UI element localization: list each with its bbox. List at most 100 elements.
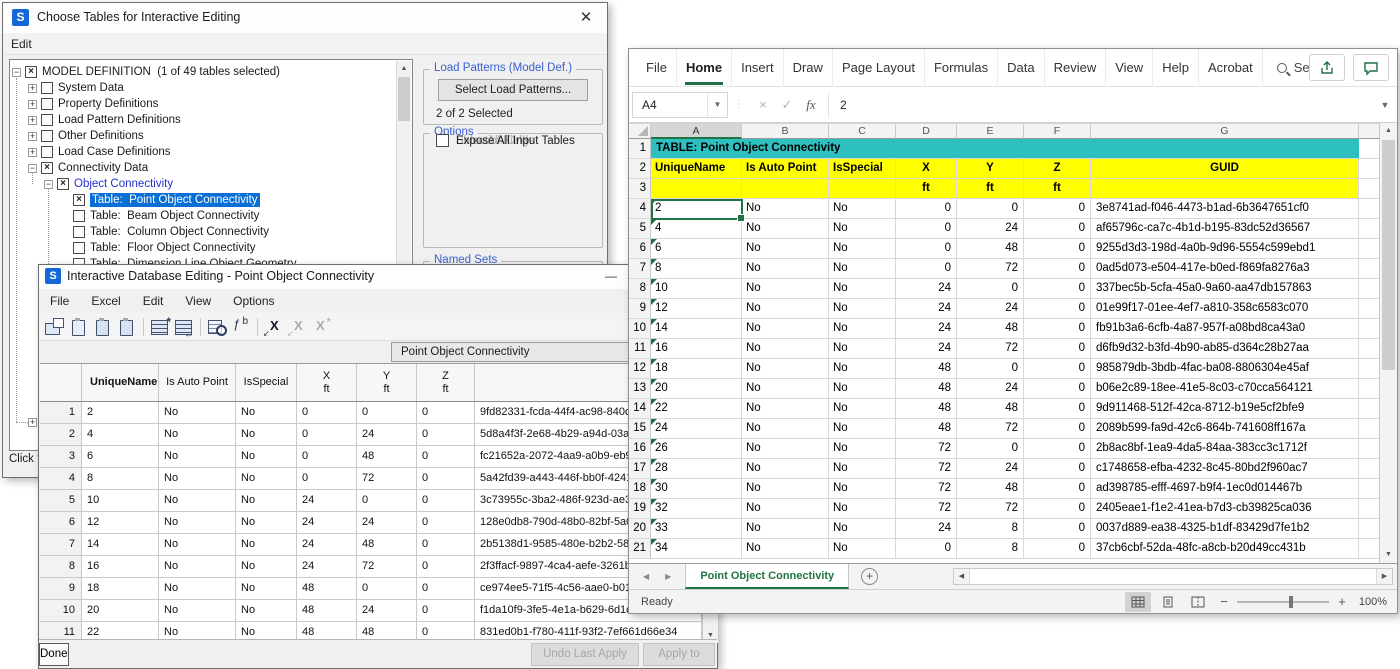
cell-x[interactable]: 24 [297,512,357,534]
cell-isautopoint[interactable]: No [742,239,829,259]
empty-cell[interactable] [1359,419,1381,439]
cell-isautopoint[interactable]: No [159,446,236,468]
cell-isspecial[interactable]: No [236,600,297,622]
normal-view-icon[interactable] [1125,592,1151,612]
cell-x[interactable]: 48 [896,359,957,379]
cell-y[interactable]: 48 [957,479,1024,499]
cell-isautopoint[interactable]: No [742,279,829,299]
cell-z[interactable]: 0 [1024,379,1091,399]
empty-cell[interactable] [1359,519,1381,539]
unit-cell-x[interactable]: ft [896,179,957,199]
cell-z[interactable]: 0 [417,424,475,446]
cell-guid[interactable]: 3e8741ad-f046-4473-b1ad-6b3647651cf0 [1091,199,1359,219]
column-header-isautopoint[interactable]: Is Auto Point [159,364,236,401]
ribbon-tab[interactable]: Review [1045,49,1107,87]
cell-isautopoint[interactable]: No [742,439,829,459]
column-header-c[interactable]: C [829,124,896,139]
cell-x[interactable]: 0 [896,259,957,279]
tree-checkbox[interactable] [73,242,85,254]
cell-isautopoint[interactable]: No [159,534,236,556]
cell-x[interactable]: 24 [896,519,957,539]
row-number[interactable]: 13 [629,379,651,399]
cell-uniquename[interactable]: 30 [651,479,742,499]
row-number[interactable]: 19 [629,499,651,519]
row-number[interactable]: 9 [629,299,651,319]
row-number[interactable]: 5 [629,219,651,239]
cell-isautopoint[interactable]: No [159,424,236,446]
cell-y[interactable]: 24 [957,459,1024,479]
empty-cell[interactable] [1359,319,1381,339]
cell-isautopoint[interactable]: No [742,359,829,379]
cell-guid[interactable]: 9d911468-512f-42ca-8712-b19e5cf2bfe9 [1091,399,1359,419]
cell-x[interactable]: 72 [896,499,957,519]
cell-uniquename[interactable]: 16 [651,339,742,359]
cell-y[interactable]: 72 [357,468,417,490]
cell-y[interactable]: 48 [957,399,1024,419]
cell-y[interactable]: 24 [957,219,1024,239]
cell-z[interactable]: 0 [1024,279,1091,299]
prev-sheet-icon[interactable]: ◀ [635,572,657,581]
row-number[interactable]: 11 [629,339,651,359]
cell-isspecial[interactable]: No [236,534,297,556]
cell-isspecial[interactable]: No [829,219,896,239]
toolbar-icon[interactable] [148,316,171,338]
insert-function-icon[interactable]: fx [799,97,823,113]
unit-cell[interactable] [651,179,742,199]
table-title-cell[interactable]: TABLE: Point Object Connectivity [651,139,1359,159]
tree-expand-toggle[interactable] [12,68,21,77]
cell-uniquename[interactable]: 4 [82,424,159,446]
cell-z[interactable]: 0 [1024,419,1091,439]
tree-item[interactable]: Property Definitions [26,96,412,112]
tree-checkbox[interactable] [25,66,37,78]
toolbar-icon[interactable] [115,316,138,338]
column-header-z[interactable]: Zft [417,364,475,401]
cell-isautopoint[interactable]: No [159,578,236,600]
next-sheet-icon[interactable]: ▶ [657,572,679,581]
tree-checkbox[interactable] [41,162,53,174]
empty-cell[interactable] [1359,219,1381,239]
cell-x[interactable]: 0 [297,446,357,468]
cell-z[interactable]: 0 [1024,199,1091,219]
cell-z[interactable]: 0 [1024,539,1091,559]
cell-isautopoint[interactable]: No [742,459,829,479]
cell-y[interactable]: 72 [357,556,417,578]
empty-cell[interactable] [1359,539,1381,559]
row-number[interactable]: 2 [629,159,651,179]
cell-guid[interactable]: 2b8ac8bf-1ea9-4da5-84aa-383cc3c1712f [1091,439,1359,459]
cell-guid[interactable]: 985879db-3bdb-4fac-ba08-8806304e45af [1091,359,1359,379]
cell-isautopoint[interactable]: No [742,479,829,499]
toolbar-icon[interactable] [205,316,228,338]
tree-item[interactable]: Other Definitions [26,128,412,144]
cell-isautopoint[interactable]: No [742,499,829,519]
cell-isautopoint[interactable]: No [742,219,829,239]
toolbar-icon[interactable] [262,316,285,338]
cell-isspecial[interactable]: No [829,519,896,539]
dialog-titlebar[interactable]: S Choose Tables for Interactive Editing … [3,3,607,33]
empty-cell[interactable] [1359,479,1381,499]
menu-item[interactable]: Edit [132,294,175,308]
page-layout-view-icon[interactable] [1155,592,1181,612]
cell-isautopoint[interactable]: No [159,512,236,534]
cell-uniquename[interactable]: 2 [651,199,742,219]
zoom-out-icon[interactable]: − [1215,594,1233,609]
cell-isspecial[interactable]: No [829,239,896,259]
menu-item[interactable]: File [39,294,80,308]
tree-item[interactable]: System Data [26,80,412,96]
empty-cell[interactable] [1359,179,1381,199]
empty-cell[interactable] [1359,259,1381,279]
tree-item[interactable]: MODEL DEFINITION (1 of 49 tables selecte… [10,64,412,80]
cell-isspecial[interactable]: No [829,199,896,219]
cell-isspecial[interactable]: No [829,499,896,519]
cell-x[interactable]: 48 [896,379,957,399]
scroll-right-icon[interactable]: ▶ [1376,569,1392,584]
row-number[interactable]: 7 [629,259,651,279]
row-header[interactable]: ▶8 [40,556,82,578]
tree-checkbox[interactable] [57,178,69,190]
header-cell-x[interactable]: X [896,159,957,179]
cell-y[interactable]: 48 [357,446,417,468]
tree-item[interactable]: Load Pattern Definitions [26,112,412,128]
row-header[interactable]: ▶3 [40,446,82,468]
cell-isautopoint[interactable]: No [159,556,236,578]
tree-checkbox[interactable] [73,226,85,238]
comments-button[interactable] [1353,54,1389,81]
